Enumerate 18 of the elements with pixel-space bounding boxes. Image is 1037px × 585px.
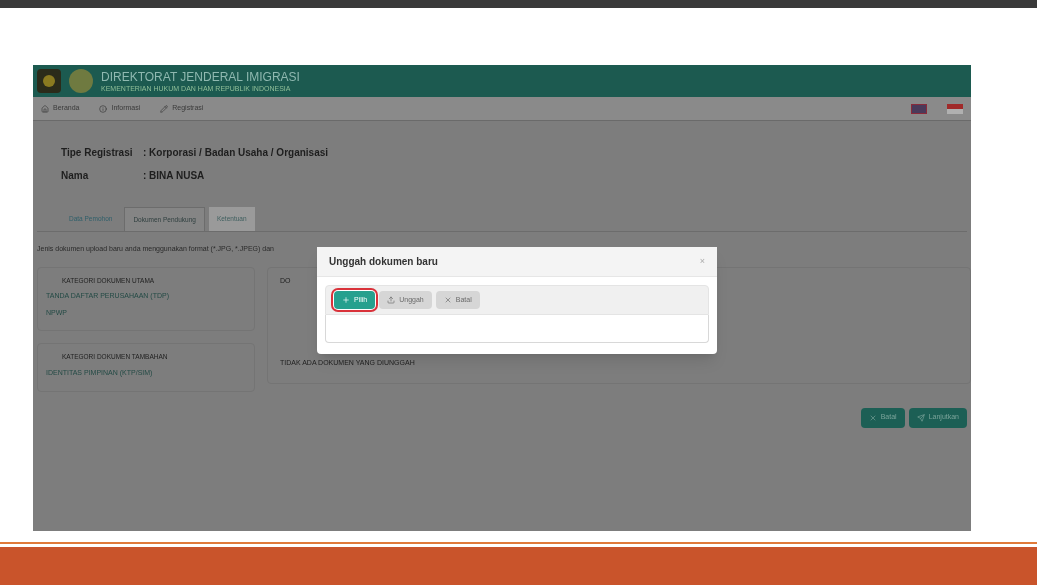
- indonesia-flag-icon[interactable]: [947, 103, 963, 114]
- logo-icon: [69, 69, 93, 93]
- close-icon: [868, 413, 877, 422]
- header-title: DIREKTORAT JENDERAL IMIGRASI: [101, 70, 300, 83]
- pencil-icon: [160, 104, 169, 113]
- close-button[interactable]: ×: [699, 254, 705, 269]
- plus-icon: [342, 296, 350, 304]
- info-icon: [99, 104, 108, 113]
- upload-icon: [387, 296, 396, 304]
- home-icon: [41, 104, 49, 113]
- close-icon: [443, 296, 452, 304]
- emblem-icon: [37, 69, 61, 93]
- summary-value: : BINA NUSA: [143, 169, 205, 183]
- dialog-title: Unggah dokumen baru: [329, 255, 438, 269]
- summary-value: : Korporasi / Badan Usaha / Organisasi: [143, 146, 329, 160]
- send-icon: [916, 413, 925, 422]
- summary-label: Nama: [61, 169, 90, 183]
- summary-label: Tipe Registrasi: [61, 146, 134, 160]
